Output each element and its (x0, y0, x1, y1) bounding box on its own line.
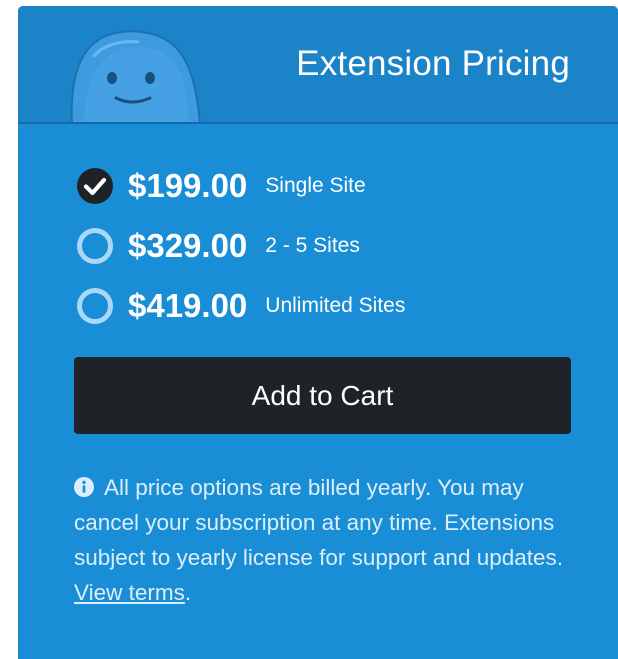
price-option-label: Unlimited Sites (265, 294, 406, 317)
check-circle-icon[interactable] (76, 167, 114, 205)
notice-suffix: . (184, 580, 192, 605)
card-header: Extension Pricing (18, 6, 618, 124)
price-value: $329.00 (128, 227, 248, 264)
pricing-card: Extension Pricing $199.00 Single Site $3… (18, 6, 618, 659)
radio-circle-icon[interactable] (76, 287, 114, 325)
info-icon (74, 477, 94, 497)
view-terms-link[interactable]: View terms (74, 580, 185, 605)
price-option-2-5-sites[interactable]: $329.00 2 - 5 Sites (76, 216, 576, 276)
billing-notice: All price options are billed yearly. You… (74, 470, 574, 610)
price-value: $199.00 (128, 167, 248, 204)
price-option-unlimited-sites[interactable]: $419.00 Unlimited Sites (76, 276, 576, 336)
price-options: $199.00 Single Site $329.00 2 - 5 Sites … (76, 156, 576, 336)
notice-text: All price options are billed yearly. You… (74, 475, 564, 570)
add-to-cart-button[interactable]: Add to Cart (74, 357, 571, 434)
mascot-icon (70, 30, 201, 122)
price-value: $419.00 (128, 287, 248, 324)
price-option-label: Single Site (265, 174, 366, 197)
price-option-label: 2 - 5 Sites (265, 234, 360, 257)
price-option-single-site[interactable]: $199.00 Single Site (76, 156, 576, 216)
radio-circle-icon[interactable] (76, 227, 114, 265)
page-title: Extension Pricing (296, 44, 570, 83)
